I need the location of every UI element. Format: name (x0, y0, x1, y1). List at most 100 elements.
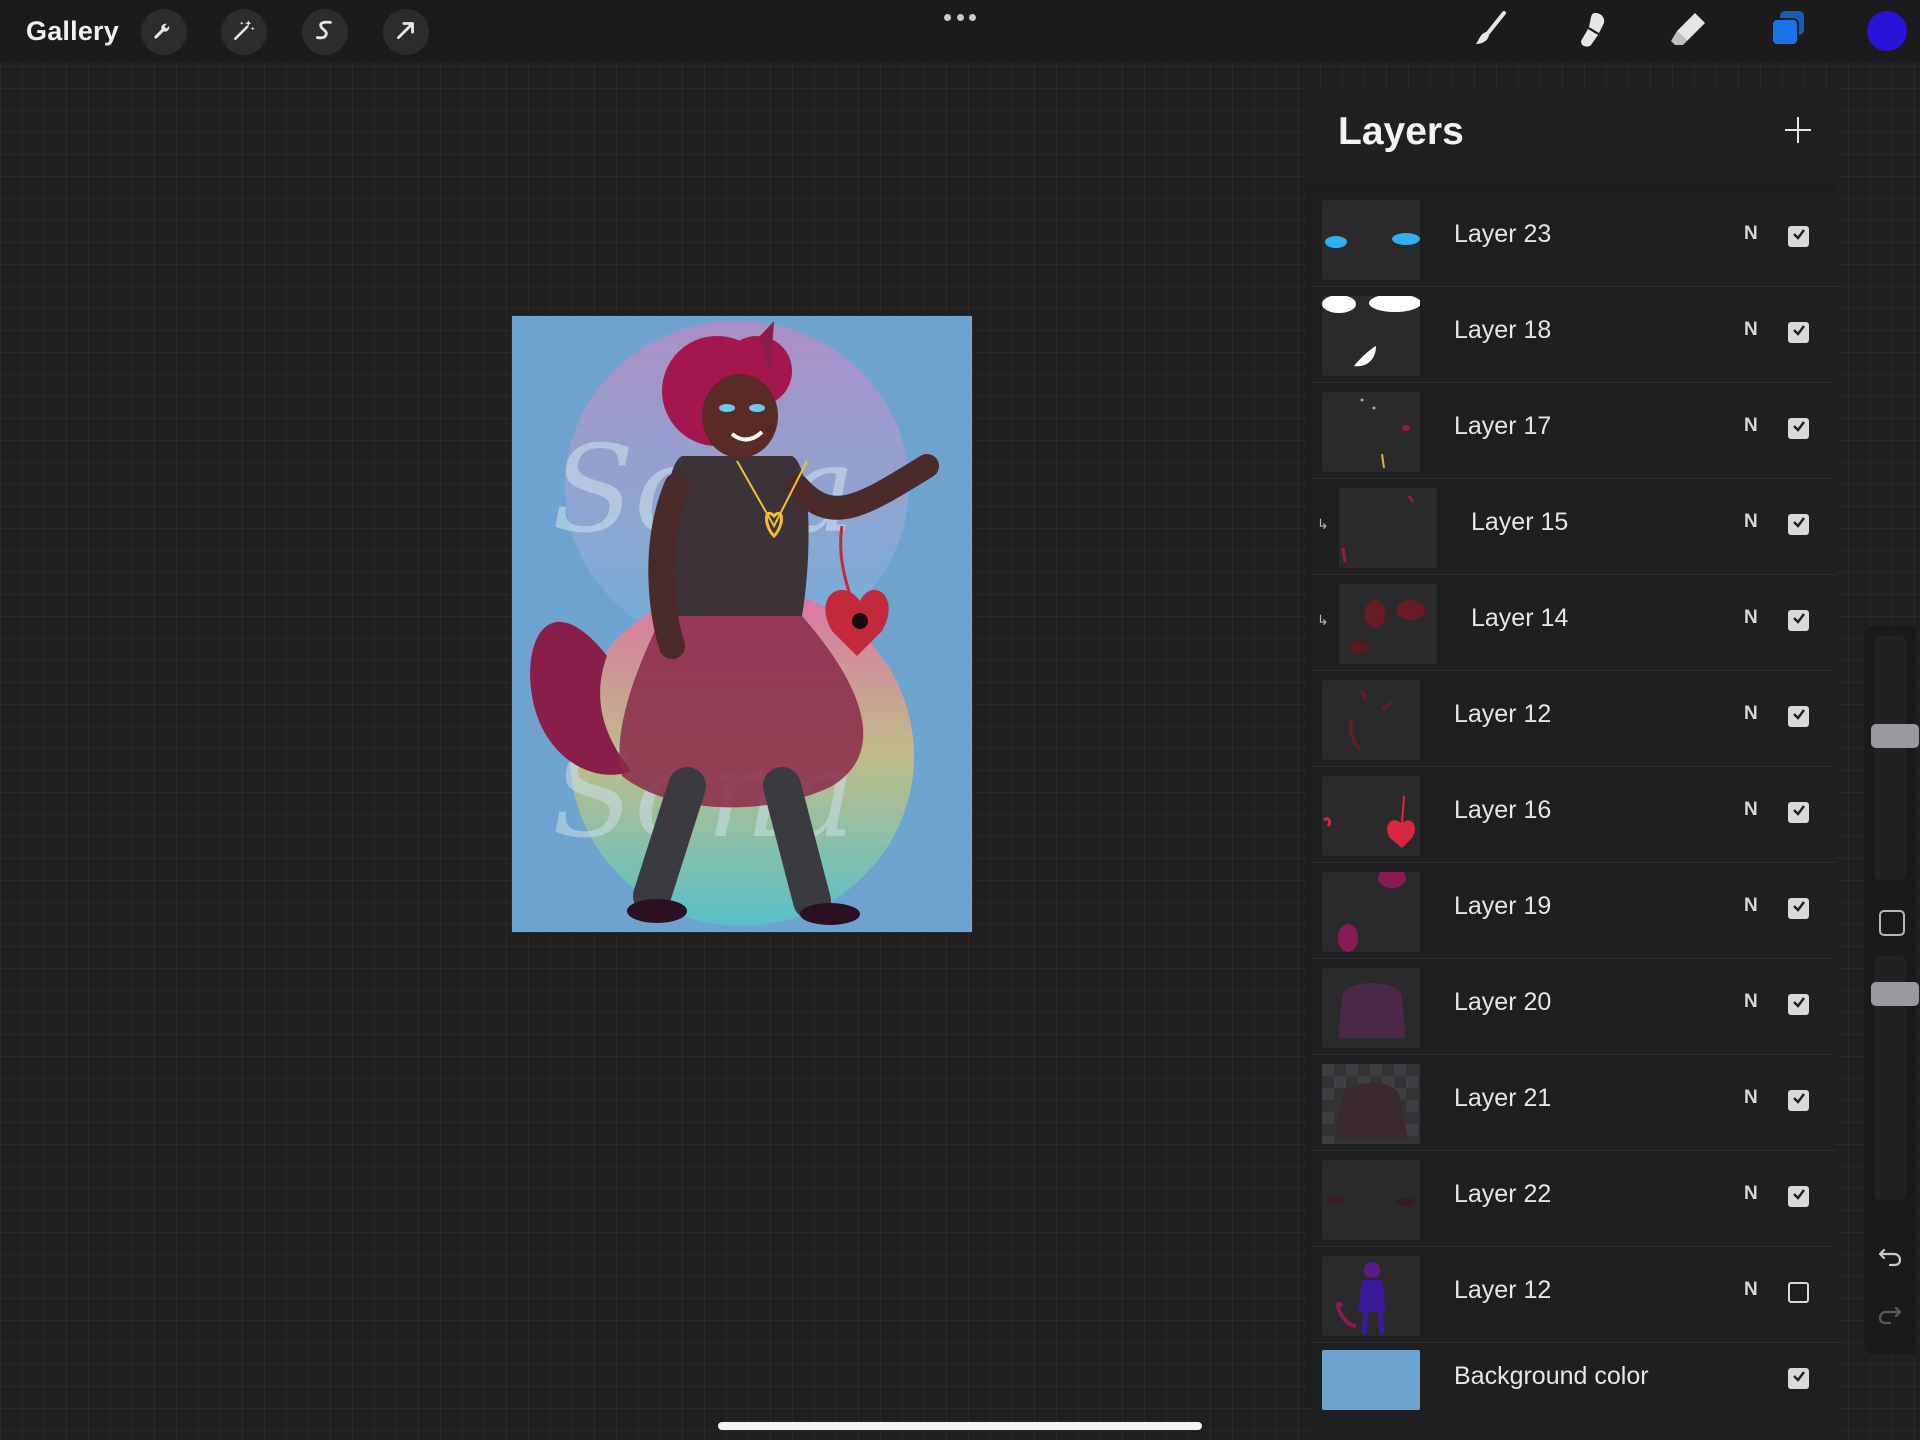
layer-thumbnail (1322, 968, 1420, 1048)
layer-thumbnail (1322, 1256, 1420, 1336)
layers-title: Layers (1338, 110, 1464, 153)
home-indicator[interactable] (718, 1422, 1202, 1430)
layers-panel: Layers Layer 23 N Layer 18 N Layer 17 N … (1306, 88, 1836, 1438)
procreate-app: Gallery Layers Layer 23 N Layer 18 N Lay… (0, 0, 1920, 1440)
clipping-mask-icon: ↳ (1317, 612, 1329, 628)
eraser-icon (1667, 7, 1711, 56)
adjustments-button[interactable] (221, 9, 267, 55)
blend-mode-button[interactable]: N (1744, 319, 1758, 341)
blend-mode-button[interactable]: N (1744, 991, 1758, 1013)
layer-name: Layer 20 (1454, 988, 1552, 1016)
layer-row[interactable]: Layer 19 N (1312, 864, 1836, 959)
smudge-icon (1569, 7, 1613, 56)
layer-name: Layer 15 (1471, 508, 1569, 536)
more-options-icon[interactable] (944, 10, 976, 24)
brush-opacity-knob[interactable] (1871, 982, 1919, 1006)
layer-name: Layer 14 (1471, 604, 1569, 632)
blend-mode-button[interactable]: N (1744, 1087, 1758, 1109)
layer-row[interactable]: ↳ Layer 15 N (1312, 480, 1836, 575)
visibility-checkbox[interactable] (1788, 226, 1809, 247)
checkmark-icon (1792, 227, 1806, 246)
checkmark-icon (1792, 515, 1806, 534)
layer-thumbnail (1322, 872, 1420, 952)
checkmark-icon (1792, 419, 1806, 438)
brush-sidebar (1864, 626, 1919, 1354)
layer-thumbnail (1322, 776, 1420, 856)
redo-icon (1876, 1306, 1904, 1332)
visibility-checkbox[interactable] (1788, 1282, 1809, 1303)
selection-s-icon (312, 17, 338, 48)
undo-icon (1876, 1248, 1904, 1274)
blend-mode-button[interactable]: N (1744, 607, 1758, 629)
visibility-checkbox[interactable] (1788, 1090, 1809, 1111)
visibility-checkbox[interactable] (1788, 514, 1809, 535)
color-picker-button[interactable] (1867, 11, 1907, 51)
gallery-button[interactable]: Gallery (26, 12, 119, 50)
blend-mode-button[interactable]: N (1744, 511, 1758, 533)
undo-button[interactable] (1876, 1242, 1904, 1270)
layer-row[interactable]: Layer 20 N (1312, 960, 1836, 1055)
visibility-checkbox[interactable] (1788, 898, 1809, 919)
layer-name: Layer 21 (1454, 1084, 1552, 1112)
brush-size-knob[interactable] (1871, 724, 1919, 748)
blend-mode-button[interactable]: N (1744, 1183, 1758, 1205)
add-layer-button[interactable] (1776, 110, 1820, 154)
background-color-row[interactable]: Background color (1312, 1344, 1836, 1438)
checkmark-icon (1792, 995, 1806, 1014)
redo-button[interactable] (1876, 1300, 1904, 1328)
brush-size-slider[interactable] (1871, 636, 1919, 880)
layers-button[interactable] (1764, 8, 1812, 54)
actions-button[interactable] (141, 9, 187, 55)
layer-row[interactable]: Layer 22 N (1312, 1152, 1836, 1247)
layers-icon (1766, 7, 1810, 56)
smudge-tool[interactable] (1567, 8, 1615, 54)
magic-wand-icon (231, 17, 257, 48)
layer-row[interactable]: Layer 18 N (1312, 288, 1836, 383)
layer-thumbnail (1322, 1064, 1420, 1144)
layer-name: Layer 12 (1454, 700, 1552, 728)
visibility-checkbox[interactable] (1788, 610, 1809, 631)
layer-row[interactable]: ↳ Layer 14 N (1312, 576, 1836, 671)
layer-row[interactable]: Layer 23 N (1312, 192, 1836, 287)
brush-tool[interactable] (1468, 8, 1516, 54)
plus-icon (1783, 115, 1813, 150)
layer-row[interactable]: Layer 12 N (1312, 1248, 1836, 1343)
eraser-tool[interactable] (1665, 8, 1713, 54)
blend-mode-button[interactable]: N (1744, 703, 1758, 725)
layer-row[interactable]: Layer 12 N (1312, 672, 1836, 767)
layer-row[interactable]: Layer 21 N (1312, 1056, 1836, 1151)
checkmark-icon (1792, 611, 1806, 630)
visibility-checkbox[interactable] (1788, 802, 1809, 823)
wrench-icon (151, 17, 177, 48)
clipping-mask-icon: ↳ (1317, 516, 1329, 532)
background-color-swatch (1322, 1350, 1420, 1410)
blend-mode-button[interactable]: N (1744, 223, 1758, 245)
visibility-checkbox[interactable] (1788, 1368, 1809, 1389)
layer-name: Layer 12 (1454, 1276, 1552, 1304)
transform-button[interactable] (383, 9, 429, 55)
layer-name: Background color (1454, 1362, 1649, 1390)
blend-mode-button[interactable]: N (1744, 895, 1758, 917)
layer-thumbnail (1322, 200, 1420, 280)
layer-row[interactable]: Layer 16 N (1312, 768, 1836, 863)
visibility-checkbox[interactable] (1788, 1186, 1809, 1207)
blend-mode-button[interactable]: N (1744, 799, 1758, 821)
modify-button[interactable] (1879, 910, 1905, 936)
visibility-checkbox[interactable] (1788, 322, 1809, 343)
transform-arrow-icon (393, 17, 419, 48)
blend-mode-button[interactable]: N (1744, 415, 1758, 437)
layer-row[interactable]: Layer 17 N (1312, 384, 1836, 479)
canvas-artwork[interactable]: Sona Sona (511, 315, 973, 933)
brush-opacity-slider[interactable] (1871, 956, 1919, 1200)
layer-name: Layer 18 (1454, 316, 1552, 344)
visibility-checkbox[interactable] (1788, 418, 1809, 439)
layer-thumbnail (1322, 680, 1420, 760)
layer-thumbnail (1322, 296, 1420, 376)
selection-button[interactable] (302, 9, 348, 55)
visibility-checkbox[interactable] (1788, 706, 1809, 727)
visibility-checkbox[interactable] (1788, 994, 1809, 1015)
blend-mode-button[interactable]: N (1744, 1279, 1758, 1301)
artwork-image: Sona Sona (512, 316, 972, 932)
layer-name: Layer 17 (1454, 412, 1552, 440)
checkmark-icon (1792, 323, 1806, 342)
